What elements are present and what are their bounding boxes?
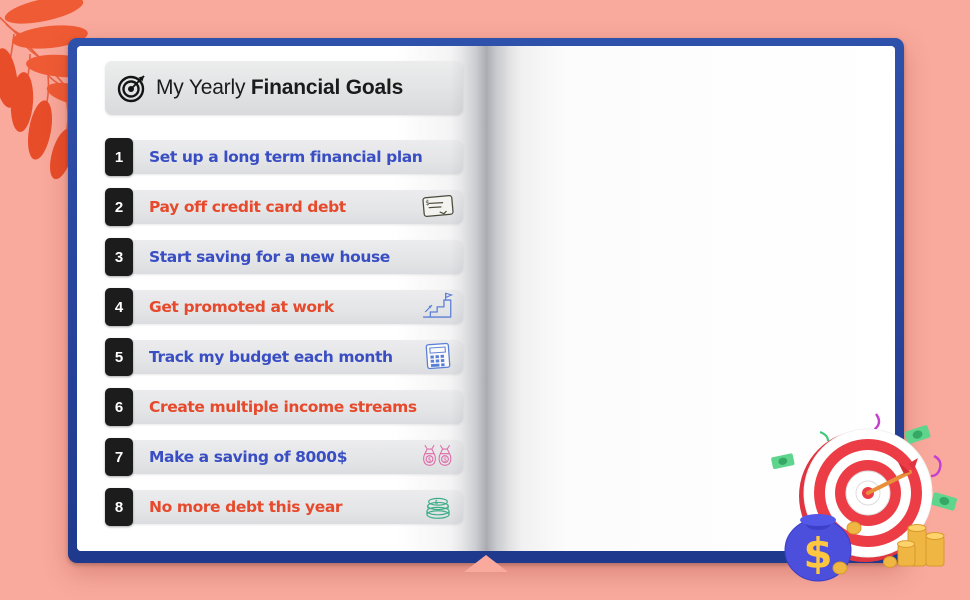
page-title: My Yearly Financial Goals: [156, 76, 403, 100]
right-page: SUMMARY OF THE YEAR MONTH JAN FEB MAR: [486, 46, 895, 551]
goal-label: Pay off credit card debt: [149, 198, 346, 216]
goal-label: Get promoted at work: [149, 298, 334, 316]
goal-label: Start saving for a new house: [149, 248, 390, 266]
svg-text:$: $: [435, 499, 439, 506]
goals-title-bar: My Yearly Financial Goals: [105, 61, 463, 115]
coins-stack-icon: $: [426, 497, 450, 519]
goal-label: Make a saving of 8000$: [149, 448, 348, 466]
goal-number: 8: [105, 488, 133, 526]
goal-item-7[interactable]: 7 Make a saving of 8000$ $ $: [105, 438, 463, 476]
goal-item-8[interactable]: 8 No more debt this year $: [105, 488, 463, 526]
goal-item-3[interactable]: 3 Start saving for a new house: [105, 238, 463, 276]
book-pages: My Yearly Financial Goals 1 Set up a lon…: [77, 46, 895, 551]
svg-text:$: $: [425, 199, 429, 207]
open-planner-book: My Yearly Financial Goals 1 Set up a lon…: [68, 38, 904, 572]
page-title-bold: Financial Goals: [250, 76, 404, 99]
goal-number: 5: [105, 338, 133, 376]
svg-text:$: $: [428, 456, 432, 463]
goal-number: 1: [105, 138, 133, 176]
svg-text:$: $: [443, 456, 447, 463]
goal-item-2[interactable]: 2 Pay off credit card debt $: [105, 188, 463, 226]
goal-number: 3: [105, 238, 133, 276]
book-bottom-notch: [464, 555, 508, 572]
calculator-icon: [425, 342, 451, 370]
left-page: My Yearly Financial Goals 1 Set up a lon…: [77, 46, 486, 551]
goal-label: Track my budget each month: [149, 348, 393, 366]
goal-item-5[interactable]: 5 Track my budget each month: [105, 338, 463, 376]
goal-label: Create multiple income streams: [149, 398, 417, 416]
credit-card-check-icon: $: [422, 195, 454, 217]
goal-label: No more debt this year: [149, 498, 343, 516]
stairs-flag-icon: [422, 292, 454, 318]
goal-item-4[interactable]: 4 Get promoted at work: [105, 288, 463, 326]
goal-number: 7: [105, 438, 133, 476]
money-bags-icon: $ $: [423, 444, 452, 466]
target-bullseye-icon: [117, 75, 145, 103]
goal-item-1[interactable]: 1 Set up a long term financial plan: [105, 138, 463, 176]
goal-label: Set up a long term financial plan: [149, 148, 423, 166]
goal-item-6[interactable]: 6 Create multiple income streams: [105, 388, 463, 426]
goal-number: 2: [105, 188, 133, 226]
goal-number: 4: [105, 288, 133, 326]
page-title-light: My Yearly: [156, 76, 251, 99]
goal-number: 6: [105, 388, 133, 426]
